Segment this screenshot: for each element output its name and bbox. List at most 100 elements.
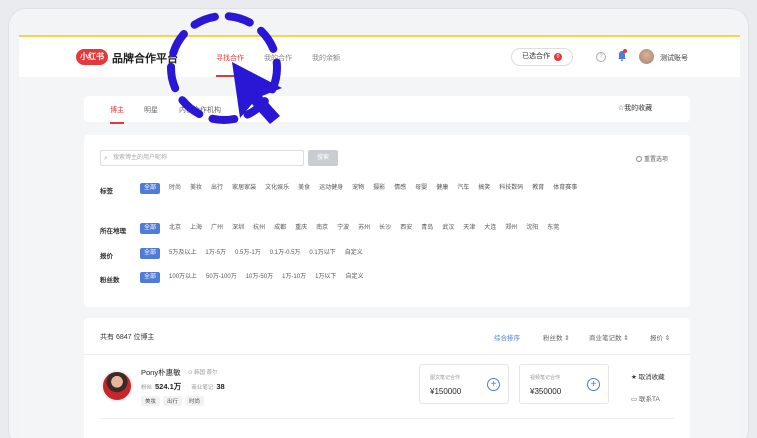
search-placeholder: 搜索博主的用户昵称	[113, 155, 168, 161]
results-count: 共有 6847 位博主	[100, 334, 155, 341]
filter-option[interactable]: 郑州	[505, 223, 517, 234]
filter-option[interactable]: 1万以下	[315, 272, 336, 283]
kol-type-tabs: 博主 明星 内容合作机构	[84, 96, 596, 124]
filter-option[interactable]: 运动健身	[319, 183, 343, 194]
filter-option[interactable]: 科技数码	[499, 183, 523, 194]
image-note-label: 图文笔记合作	[430, 375, 461, 381]
reset-options[interactable]: 重置选项	[636, 154, 668, 163]
brand-logo: 小红书	[76, 49, 108, 65]
nav-tab-my-balance[interactable]: 我的余额	[312, 53, 340, 63]
notes-label: 商业笔记	[191, 385, 214, 391]
sort-business-notes[interactable]: 商业笔记数 ⇕	[589, 332, 629, 342]
filter-option[interactable]: 50万-100万	[206, 272, 237, 283]
filter-option[interactable]: 0.1万以下	[309, 248, 335, 259]
filter-option[interactable]: 东莞	[547, 223, 559, 234]
filter-option[interactable]: 全部	[140, 183, 161, 194]
filter-option[interactable]: 5万及以上	[169, 248, 196, 259]
results-panel: 共有 6847 位博主 综合排序 粉丝数 ⇕ 商业笔记数 ⇕ 报价 ⇕ Pony…	[84, 318, 690, 438]
filter-options: 全部 100万以上 50万-100万 10万-50万 1万-10万 1万以下 自定义	[140, 272, 650, 283]
filter-option[interactable]: 全部	[140, 223, 161, 234]
filter-option[interactable]: 家居家装	[232, 183, 256, 194]
video-note-price: ¥350000	[530, 387, 562, 396]
filter-option[interactable]: 沈阳	[526, 223, 538, 234]
filter-option[interactable]: 出行	[211, 183, 223, 194]
add-video-note-button[interactable]: +	[587, 378, 600, 391]
filter-options: 全部 5万及以上 1万-5万 0.5万-1万 0.1万-0.5万 0.1万以下 自定义	[140, 248, 650, 259]
avatar[interactable]	[639, 49, 654, 64]
filter-option[interactable]: 健康	[436, 183, 448, 194]
search-button[interactable]: 搜索	[308, 150, 338, 166]
kol-tags: 美妆 出行 时尚	[141, 396, 207, 406]
filter-option[interactable]: 深圳	[232, 223, 244, 234]
filter-option[interactable]: 搞笑	[478, 183, 490, 194]
filter-option[interactable]: 美妆	[190, 183, 202, 194]
filter-option[interactable]: 重庆	[295, 223, 307, 234]
kol-location: ⊙ 韩国 首尔	[188, 370, 218, 376]
filter-option[interactable]: 自定义	[345, 248, 363, 259]
filter-option[interactable]: 0.5万-1万	[235, 248, 261, 259]
filter-option[interactable]: 1万-10万	[282, 272, 306, 283]
contact-button[interactable]: ▭ 联系TA	[631, 393, 660, 403]
account-name[interactable]: 测试账号	[660, 53, 688, 63]
filter-option[interactable]: 西安	[400, 223, 412, 234]
filter-option[interactable]: 广州	[211, 223, 223, 234]
filter-option[interactable]: 体育赛事	[553, 183, 577, 194]
sort-comprehensive[interactable]: 综合排序	[494, 332, 520, 342]
filter-option[interactable]: 0.1万-0.5万	[270, 248, 301, 259]
filter-option[interactable]: 上海	[190, 223, 202, 234]
filter-option[interactable]: 宁波	[337, 223, 349, 234]
filter-option[interactable]: 成都	[274, 223, 286, 234]
help-icon[interactable]: ?	[596, 52, 606, 62]
filter-option[interactable]: 100万以上	[169, 272, 197, 283]
app-screen: 小红书 品牌合作平台 寻找合作 我的合作 我的余额 已选合作 0 ? 测试账号 …	[19, 35, 740, 438]
filter-option[interactable]: 全部	[140, 272, 161, 283]
image-note-price-card: 图文笔记合作 ¥150000 +	[419, 364, 509, 404]
filter-option[interactable]: 武汉	[442, 223, 454, 234]
filter-option[interactable]: 教育	[532, 183, 544, 194]
add-image-note-button[interactable]: +	[487, 378, 500, 391]
filter-option[interactable]: 汽车	[457, 183, 469, 194]
divider	[84, 354, 690, 355]
filter-option[interactable]: 美食	[298, 183, 310, 194]
tab-bloggers[interactable]: 博主	[110, 105, 124, 124]
filter-option[interactable]: 全部	[140, 248, 161, 259]
image-note-price: ¥150000	[430, 387, 462, 396]
filter-option[interactable]: 苏州	[358, 223, 370, 234]
nav-tab-find[interactable]: 寻找合作	[216, 53, 244, 77]
platform-title: 品牌合作平台	[112, 53, 178, 65]
filter-option[interactable]: 杭州	[253, 223, 265, 234]
nav-tab-my-cooperation[interactable]: 我的合作	[264, 53, 292, 63]
filter-option[interactable]: 情感	[394, 183, 406, 194]
sort-price[interactable]: 报价 ⇕	[650, 332, 670, 342]
filter-option[interactable]: 摄影	[373, 183, 385, 194]
filter-option[interactable]: 宠物	[352, 183, 364, 194]
my-favorites-button[interactable]: ☆我的收藏	[580, 96, 690, 122]
filter-option[interactable]: 青岛	[421, 223, 433, 234]
filter-options: 全部 时尚 美妆 出行 家居家装 文化娱乐 美食 运动健身 宠物 摄影 情感 母婴 健康 汽车 搞笑 科技数码…	[140, 183, 650, 194]
filter-option[interactable]: 文化娱乐	[265, 183, 289, 194]
filter-option[interactable]: 1万-5万	[205, 248, 226, 259]
tab-agencies[interactable]: 内容合作机构	[179, 105, 221, 115]
selected-cooperation-button[interactable]: 已选合作 0	[511, 48, 573, 66]
filter-option[interactable]: 大连	[484, 223, 496, 234]
filter-option[interactable]: 母婴	[415, 183, 427, 194]
search-input[interactable]: ⌕ 搜索博主的用户昵称	[100, 150, 304, 166]
filter-option[interactable]: 南京	[316, 223, 328, 234]
filter-option[interactable]: 10万-50万	[246, 272, 273, 283]
filter-option[interactable]: 长沙	[379, 223, 391, 234]
filter-option[interactable]: 自定义	[345, 272, 363, 283]
filter-label: 报价	[100, 253, 113, 260]
filter-option[interactable]: 北京	[169, 223, 181, 234]
kol-name[interactable]: Pony朴惠敏	[141, 367, 181, 378]
kol-avatar[interactable]	[101, 370, 133, 402]
filter-option[interactable]: 时尚	[169, 183, 181, 194]
chat-icon: ▭	[631, 396, 638, 403]
kol-tag: 时尚	[185, 396, 205, 406]
filter-panel: ⌕ 搜索博主的用户昵称 搜索 重置选项 标签 全部 时尚 美妆 出行 家居家装 文化娱乐美…	[84, 135, 690, 307]
tab-stars[interactable]: 明星	[144, 105, 158, 115]
filter-option[interactable]: 天津	[463, 223, 475, 234]
fans-label: 粉丝	[141, 385, 153, 391]
cancel-favorite-button[interactable]: ★ 取消收藏	[631, 371, 665, 381]
kol-stats: 粉丝 524.1万 商业笔记 38	[141, 381, 235, 392]
sort-fans[interactable]: 粉丝数 ⇕	[543, 332, 570, 342]
